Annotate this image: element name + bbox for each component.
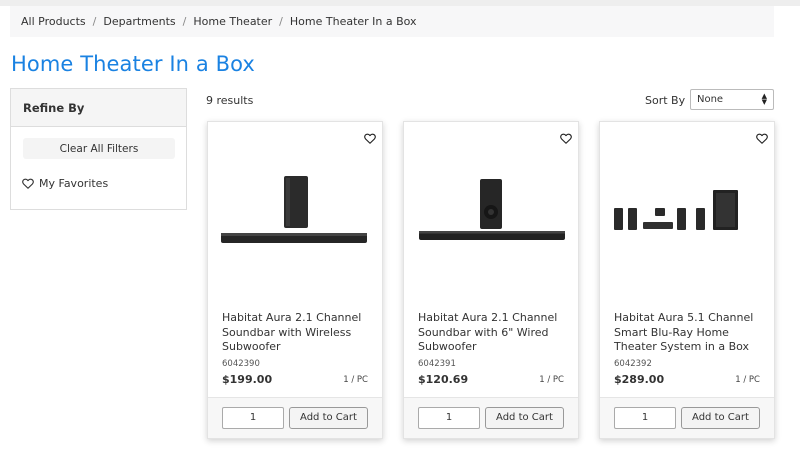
product-name[interactable]: Habitat Aura 5.1 Channel Smart Blu-Ray H… [614,311,764,355]
product-price: $120.69 [418,373,469,386]
card-footer: 1 Add to Cart [404,397,578,438]
sort-arrows-icon: ▲ ▼ [761,92,767,106]
product-price: $199.00 [222,373,273,386]
product-price: $289.00 [614,373,665,386]
product-image[interactable] [414,162,570,302]
product-sku: 6042390 [222,359,260,369]
card-footer: 1 Add to Cart [600,397,774,438]
page-title: Home Theater In a Box [11,52,255,76]
quantity-input[interactable]: 1 [418,407,480,429]
add-to-cart-button[interactable]: Add to Cart [681,407,760,429]
product-card[interactable]: Habitat Aura 2.1 Channel Soundbar with 6… [403,121,579,439]
breadcrumb-current: Home Theater In a Box [289,15,417,28]
favorite-heart-icon[interactable] [560,133,572,144]
card-footer: 1 Add to Cart [208,397,382,438]
product-card[interactable]: Habitat Aura 5.1 Channel Smart Blu-Ray H… [599,121,775,439]
product-name[interactable]: Habitat Aura 2.1 Channel Soundbar with 6… [418,311,568,355]
breadcrumb-separator: / [92,15,97,28]
product-name[interactable]: Habitat Aura 2.1 Channel Soundbar with W… [222,311,372,355]
breadcrumb-departments[interactable]: Departments [103,15,175,28]
product-card[interactable]: Habitat Aura 2.1 Channel Soundbar with W… [207,121,383,439]
my-favorites-link[interactable]: My Favorites [22,177,108,190]
breadcrumb-separator: / [279,15,283,28]
my-favorites-label: My Favorites [39,177,109,190]
quantity-input[interactable]: 1 [614,407,676,429]
product-unit: 1 / PC [735,375,760,385]
breadcrumb: All Products / Departments / Home Theate… [10,6,774,37]
product-image[interactable] [218,162,374,302]
product-unit: 1 / PC [343,375,368,385]
favorite-heart-icon[interactable] [756,133,768,144]
clear-all-filters-button[interactable]: Clear All Filters [23,138,175,159]
heart-outline-icon [22,178,34,189]
product-image[interactable] [610,162,766,302]
quantity-input[interactable]: 1 [222,407,284,429]
sort-by-label: Sort By [645,94,686,107]
breadcrumb-separator: / [182,15,187,28]
refine-sidebar: Refine By Clear All Filters My Favorites [10,88,187,210]
product-sku: 6042392 [614,359,652,369]
add-to-cart-button[interactable]: Add to Cart [485,407,564,429]
sort-by-select[interactable]: None ▲ ▼ [690,89,774,110]
results-count: 9 results [206,94,254,107]
product-unit: 1 / PC [539,375,564,385]
breadcrumb-home-theater[interactable]: Home Theater [193,15,272,28]
product-sku: 6042391 [418,359,456,369]
favorite-heart-icon[interactable] [364,133,376,144]
sort-selected-value: None [697,94,724,105]
refine-by-heading: Refine By [11,89,186,127]
add-to-cart-button[interactable]: Add to Cart [289,407,368,429]
breadcrumb-all-products[interactable]: All Products [21,15,86,28]
